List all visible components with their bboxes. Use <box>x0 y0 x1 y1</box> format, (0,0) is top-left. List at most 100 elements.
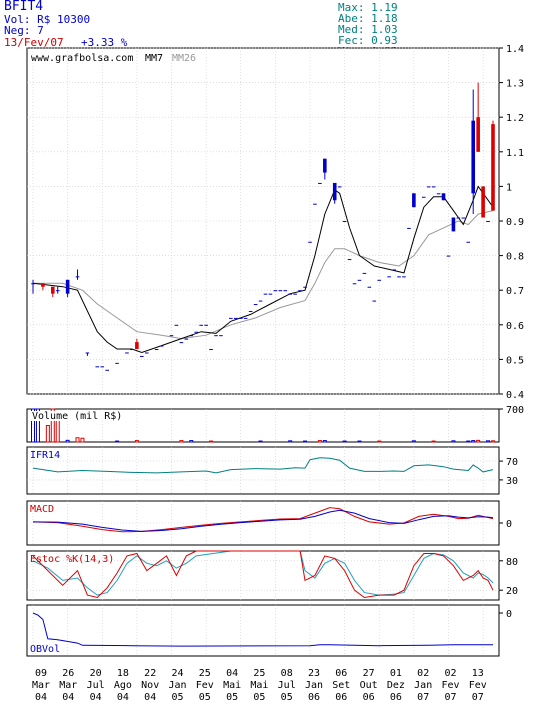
obv-panel <box>26 604 500 657</box>
price-tick-label: 0.4 <box>506 390 524 401</box>
candle-body <box>95 366 100 368</box>
candle-body <box>50 286 55 294</box>
x-label-month: Mai <box>223 680 241 691</box>
legend-mm26: MM26 <box>172 53 196 64</box>
x-label-year: 05 <box>281 692 293 703</box>
candle-body <box>421 196 426 198</box>
x-label-month: Mai <box>250 680 268 691</box>
x-label-year: 06 <box>390 692 402 703</box>
candle-body <box>189 335 194 337</box>
x-label-month: Fev <box>441 680 459 691</box>
x-label-year: 07 <box>472 692 484 703</box>
x-label-day: 02 <box>417 668 429 679</box>
x-label-day: 20 <box>90 668 102 679</box>
candle-body <box>461 217 466 219</box>
candle-body <box>135 342 139 350</box>
x-label-day: 26 <box>62 668 74 679</box>
stoch-tick-label: 20 <box>506 586 518 597</box>
x-label-month: Fev <box>196 680 214 691</box>
x-label-month: Set <box>332 680 350 691</box>
volume-bar <box>431 440 436 443</box>
candle-body <box>268 293 273 295</box>
candle-body <box>491 124 495 211</box>
candle-body <box>486 221 490 222</box>
candle-body <box>65 279 70 294</box>
candle-body <box>75 276 80 278</box>
candle-body <box>209 349 213 351</box>
candle-body <box>258 300 263 302</box>
candle-body <box>407 227 411 229</box>
candle-body <box>412 193 416 208</box>
x-label-year: 04 <box>90 692 102 703</box>
x-label-year: 05 <box>199 692 211 703</box>
candle-body <box>471 120 476 194</box>
candle-body <box>318 182 322 184</box>
x-label-day: 24 <box>171 668 183 679</box>
candle-body <box>219 335 223 337</box>
price-tick-label: 0.9 <box>506 217 524 228</box>
candle-body <box>466 241 471 243</box>
x-label-year: 07 <box>444 692 456 703</box>
candle-body <box>436 193 441 195</box>
obv-label: OBVol <box>30 644 60 655</box>
x-label-year: 05 <box>226 692 238 703</box>
macd-tick-label: 0 <box>506 519 512 530</box>
x-label-year: 06 <box>363 692 375 703</box>
volume-bar <box>342 440 347 443</box>
x-label-year: 04 <box>117 692 129 703</box>
x-label-year: 06 <box>308 692 320 703</box>
candle-body <box>115 362 119 364</box>
candle-body <box>288 293 293 295</box>
candle-body <box>352 283 357 285</box>
candle-body <box>179 342 184 344</box>
candle-body <box>397 276 401 278</box>
candle-body <box>278 290 283 292</box>
candle-body <box>248 310 253 312</box>
candle-body <box>55 290 60 292</box>
candle-body <box>303 286 307 288</box>
ifr-tick-label: 30 <box>506 476 518 487</box>
x-label-day: 04 <box>226 668 238 679</box>
x-label-day: 18 <box>117 668 129 679</box>
volume-bar <box>258 440 263 443</box>
candle-body <box>347 259 352 261</box>
candle-body <box>476 117 480 152</box>
x-label-month: Dez <box>387 680 405 691</box>
candle-body <box>263 293 268 295</box>
volume-bar <box>209 440 214 443</box>
candle-body <box>159 345 164 347</box>
candle-body <box>392 269 396 271</box>
x-label-year: 04 <box>144 692 156 703</box>
legend-mm7: MM7 <box>145 53 163 64</box>
candle-body <box>298 290 302 292</box>
candle-body <box>214 335 218 337</box>
candle-body <box>130 349 134 351</box>
candle-body <box>313 203 317 205</box>
price-tick-label: 0.7 <box>506 286 524 297</box>
candle-body <box>402 276 406 278</box>
x-label-day: 09 <box>35 668 47 679</box>
candle-body <box>140 355 144 357</box>
x-label-year: 05 <box>253 692 265 703</box>
candle-body <box>426 186 431 188</box>
stoch-label: Estoc %K(14,3) <box>30 554 114 565</box>
volume-bar <box>357 440 362 443</box>
candle-body <box>308 241 312 243</box>
price-tick-label: 0.5 <box>506 355 524 366</box>
macd-panel <box>26 500 500 546</box>
x-label-day: 01 <box>390 668 402 679</box>
price-tick-label: 1.4 <box>506 44 524 55</box>
x-label-year: 05 <box>171 692 183 703</box>
x-label-month: Jul <box>278 680 296 691</box>
candle-body <box>199 324 203 326</box>
candle-body <box>204 324 208 326</box>
price-tick-label: 1 <box>506 182 512 193</box>
volume-bar <box>466 440 471 443</box>
candle-body <box>293 293 297 295</box>
x-label-day: 25 <box>199 668 211 679</box>
candle-body <box>283 290 288 292</box>
candle-body <box>31 283 35 285</box>
x-label-month: Jan <box>305 680 323 691</box>
x-label-day: 27 <box>363 668 375 679</box>
x-label-year: 07 <box>417 692 429 703</box>
